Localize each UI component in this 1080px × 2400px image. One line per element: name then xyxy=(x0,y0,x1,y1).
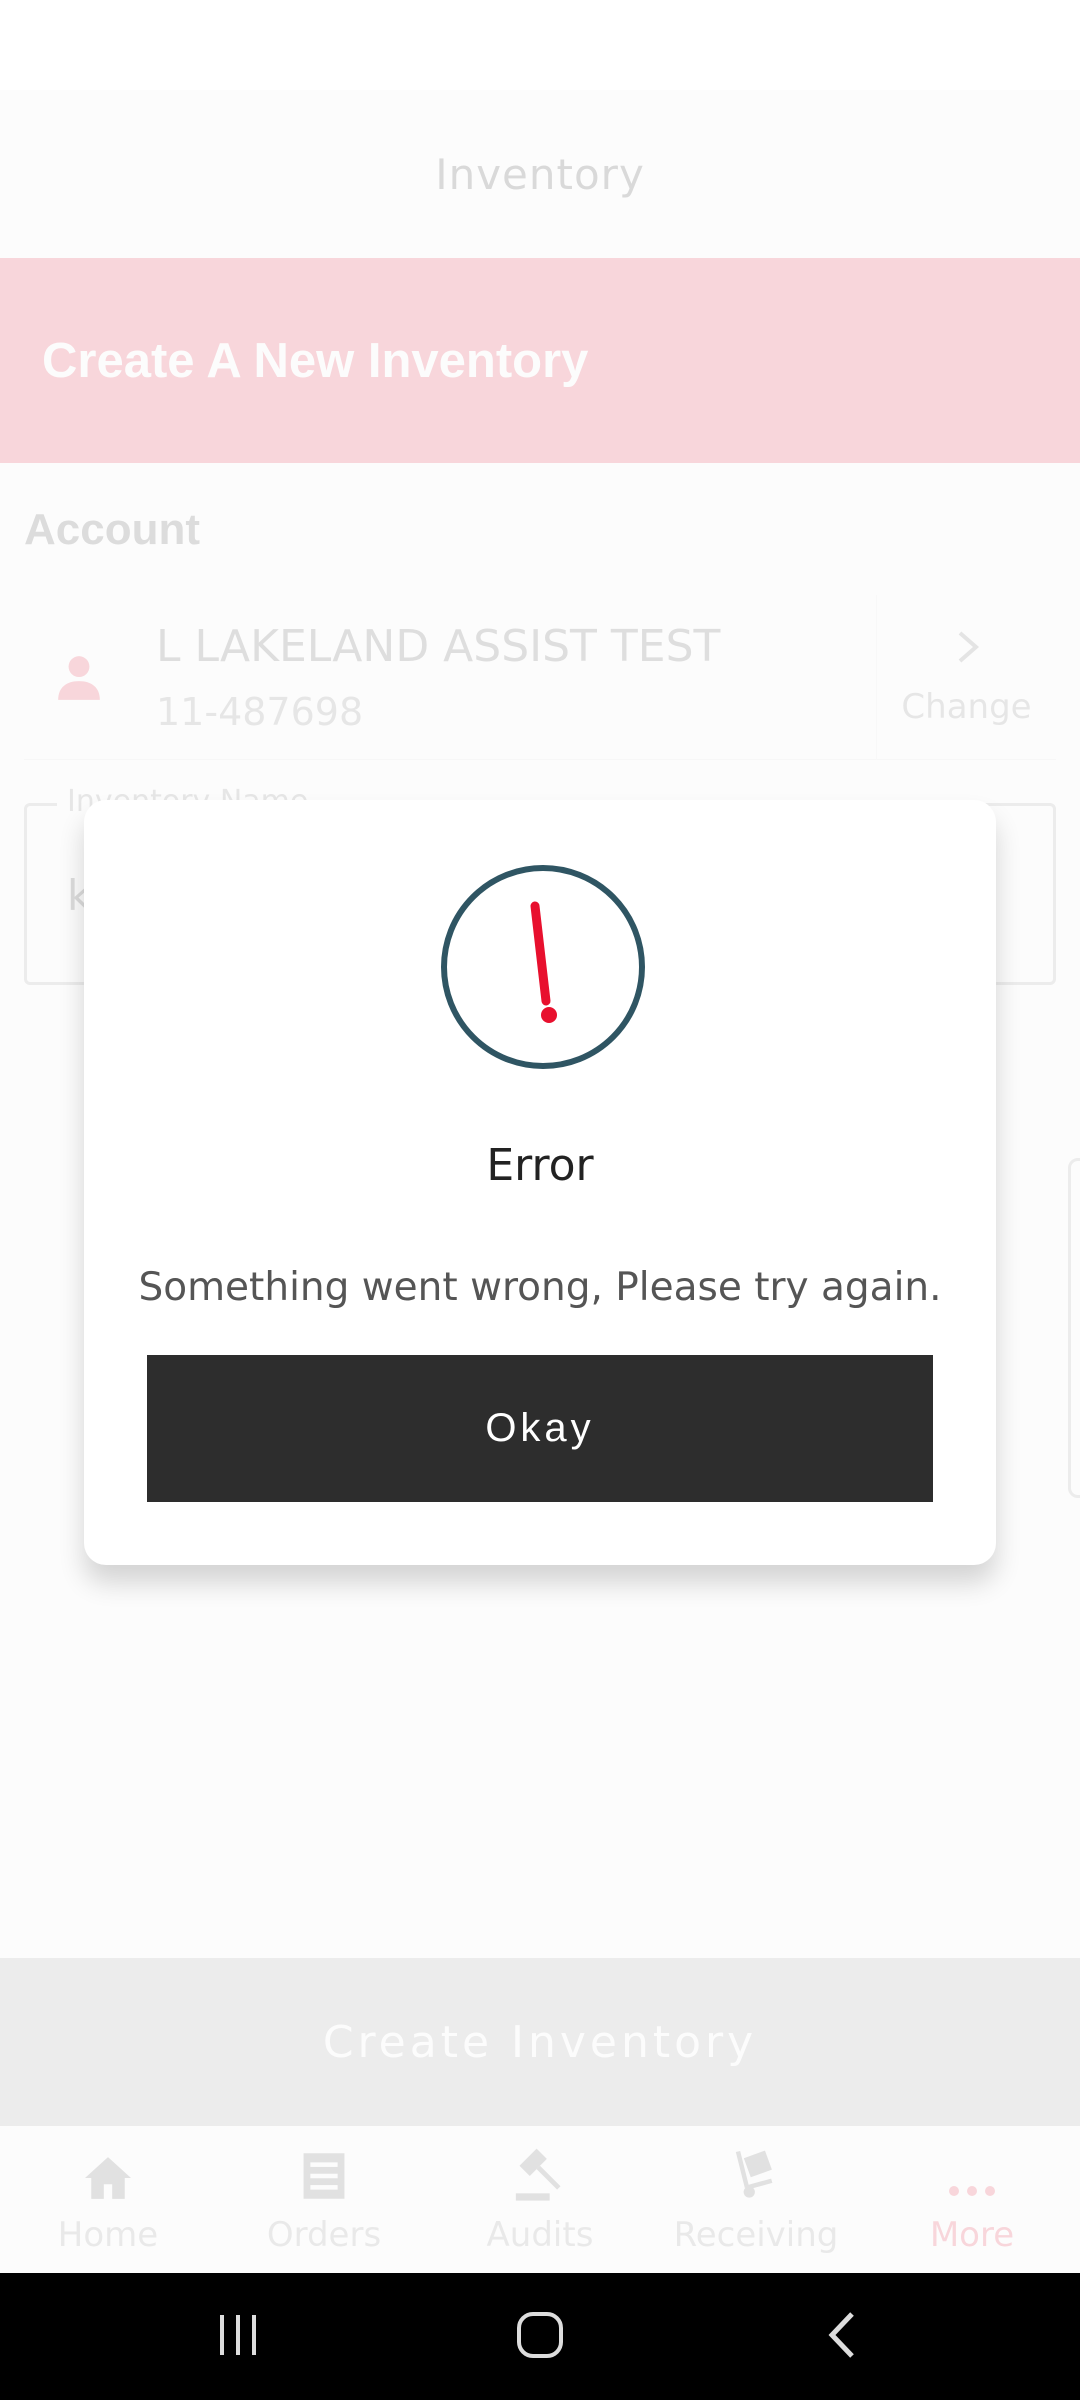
okay-button-label: Okay xyxy=(485,1406,595,1450)
status-bar xyxy=(0,0,1080,90)
dialog-message: Something went wrong, Please try again. xyxy=(138,1265,942,1310)
home-nav-button[interactable] xyxy=(480,2273,600,2400)
back-chevron-icon xyxy=(824,2310,860,2364)
recent-apps-icon xyxy=(216,2313,260,2361)
home-circle-icon xyxy=(515,2310,565,2364)
recent-apps-button[interactable] xyxy=(178,2273,298,2400)
system-navigation-bar xyxy=(0,2273,1080,2400)
back-nav-button[interactable] xyxy=(782,2273,902,2400)
okay-button[interactable]: Okay xyxy=(147,1355,933,1502)
alert-exclamation-icon xyxy=(439,863,647,1071)
dialog-title: Error xyxy=(486,1140,594,1191)
error-dialog: Error Something went wrong, Please try a… xyxy=(84,800,996,1565)
